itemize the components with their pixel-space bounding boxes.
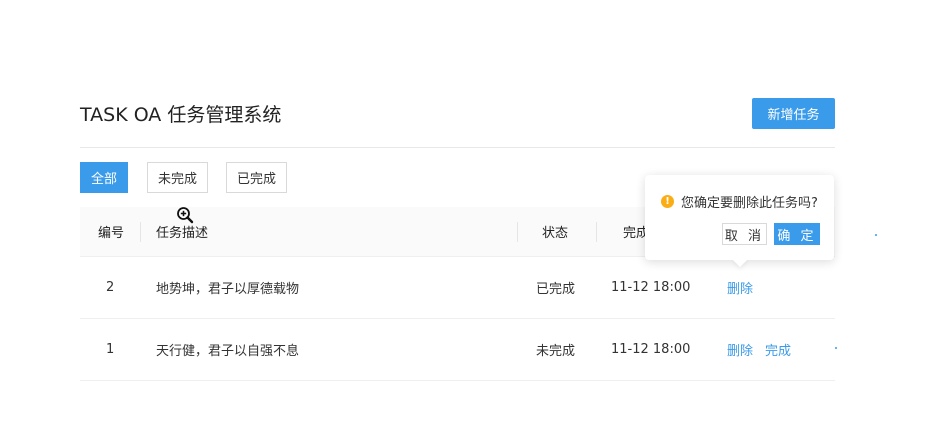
- task-description: 天行健，君子以自强不息: [156, 344, 300, 359]
- table-row: 1 天行健，君子以自强不息 未完成 11-12 18:00 删除 完成: [80, 319, 835, 381]
- confirm-button[interactable]: 确 定: [774, 223, 820, 245]
- filter-completed[interactable]: 已完成: [226, 162, 287, 193]
- decorative-dot: [835, 347, 837, 349]
- task-status: 未完成: [536, 344, 576, 359]
- task-finish-time: 11-12 18:00: [611, 342, 691, 357]
- column-header-id: 编号: [98, 226, 125, 241]
- task-actions: 删除 完成: [727, 319, 803, 380]
- task-id: 1: [106, 342, 115, 357]
- delete-link[interactable]: 删除: [727, 278, 753, 297]
- column-separator: [596, 222, 597, 242]
- app-title: TASK OA 任务管理系统: [80, 104, 282, 126]
- exclamation-circle-icon: !: [661, 195, 674, 208]
- column-header-status: 状态: [542, 226, 569, 241]
- filter-all[interactable]: 全部: [80, 162, 128, 193]
- task-status: 已完成: [536, 282, 576, 297]
- page: TASK OA 任务管理系统 新增任务 全部 未完成 已完成 编号 任务描述 状…: [0, 0, 926, 434]
- task-actions: 删除: [727, 257, 765, 318]
- decorative-dot: [875, 234, 877, 236]
- column-separator: [140, 222, 141, 242]
- zoom-in-cursor-icon: [177, 207, 194, 224]
- task-description: 地势坤，君子以厚德载物: [156, 282, 300, 297]
- complete-link[interactable]: 完成: [765, 340, 791, 359]
- filter-incomplete[interactable]: 未完成: [147, 162, 208, 193]
- delete-confirm-popover: ! 您确定要删除此任务吗? 取 消 确 定: [645, 175, 834, 268]
- confirm-message: 您确定要删除此任务吗?: [681, 196, 818, 211]
- column-separator: [517, 222, 518, 242]
- delete-link[interactable]: 删除: [727, 340, 753, 359]
- task-finish-time: 11-12 18:00: [611, 280, 691, 295]
- add-task-button[interactable]: 新增任务: [752, 98, 835, 129]
- task-id: 2: [106, 280, 115, 295]
- table-row: 2 地势坤，君子以厚德载物 已完成 11-12 18:00 删除: [80, 257, 835, 319]
- cancel-button[interactable]: 取 消: [722, 223, 767, 245]
- header-divider: [80, 147, 835, 148]
